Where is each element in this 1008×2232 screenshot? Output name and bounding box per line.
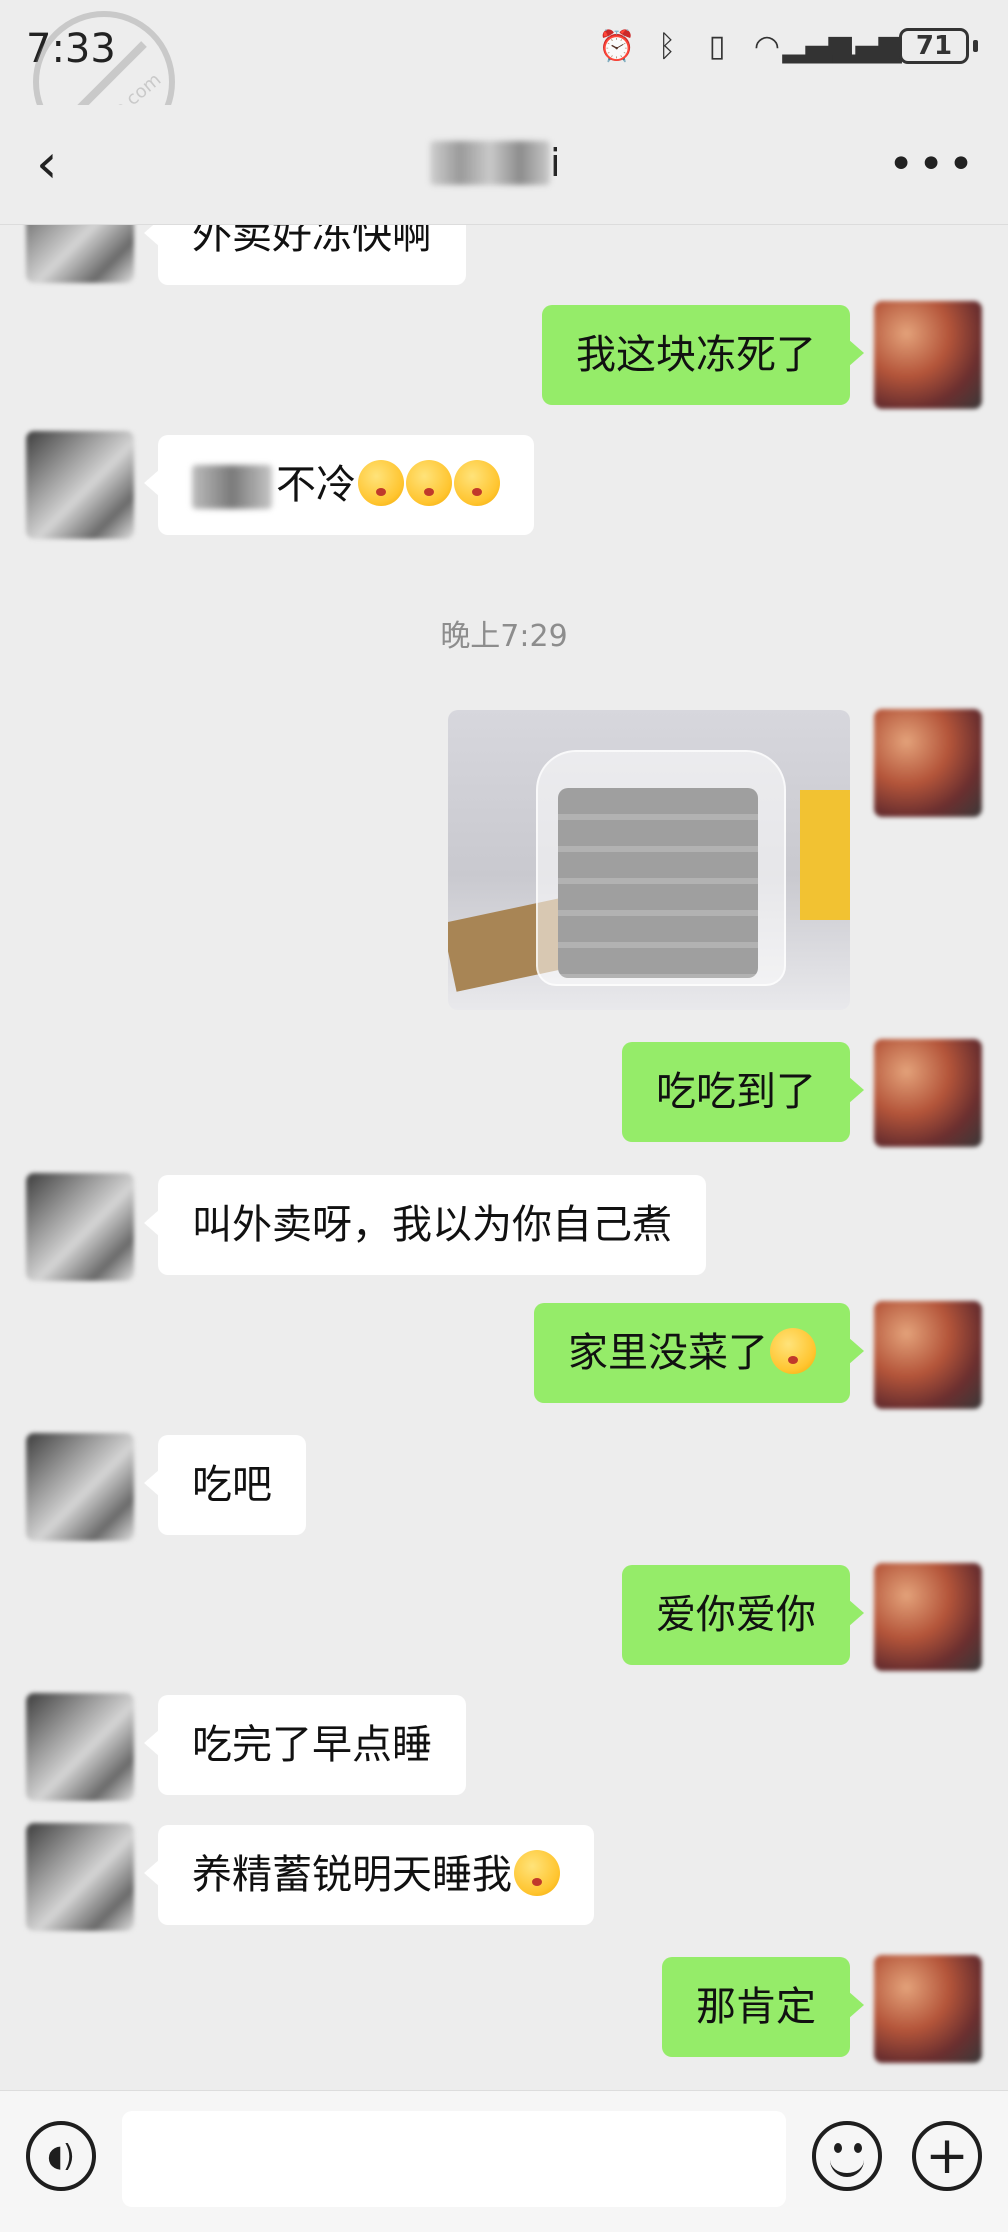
signal-icon: ▂▄▆ (782, 28, 852, 64)
yawning-emoji-icon (514, 1850, 560, 1896)
signal-icon: ▂▄▆ (832, 28, 902, 64)
message-sent[interactable]: 吃吃到了 (622, 1042, 864, 1142)
contact-avatar[interactable] (26, 1433, 134, 1541)
alarm-icon: ⏰ (598, 28, 636, 64)
photo-detail (800, 790, 850, 920)
message-received[interactable]: 吃完了早点睡 (144, 1695, 466, 1795)
kissing-emoji-icon (406, 460, 452, 506)
message-text: 家里没菜了 (568, 1330, 768, 1376)
photo-detail (536, 750, 786, 986)
message-sent[interactable]: 那肯定 (662, 1957, 864, 2057)
message-sent[interactable]: 家里没菜了 (534, 1303, 864, 1403)
my-avatar[interactable] (874, 1039, 982, 1147)
message-text: 外卖好冻快啊 (192, 225, 432, 258)
message-input[interactable] (122, 2111, 786, 2207)
voice-icon[interactable]: ◖) (26, 2121, 96, 2191)
message-text: 吃吧 (192, 1462, 272, 1508)
contact-avatar[interactable] (26, 431, 134, 539)
wifi-icon: ◠ (753, 28, 781, 64)
kissing-emoji-icon (454, 460, 500, 506)
vibrate-icon: ▯ (708, 28, 726, 64)
message-text: 我这块冻死了 (576, 332, 816, 378)
message-text: 吃完了早点睡 (192, 1722, 432, 1768)
chat-title: i (430, 135, 561, 191)
message-text: 叫外卖呀，我以为你自己煮 (192, 1202, 672, 1248)
battery-indicator: 71 (899, 28, 969, 64)
contact-avatar[interactable] (26, 1823, 134, 1931)
message-text: 吃吃到了 (656, 1069, 816, 1115)
message-list[interactable]: 外卖好冻快啊 我这块冻死了 不冷 晚上7:29 吃吃到了 叫外卖呀，我以为你自己… (0, 225, 1008, 2090)
my-avatar[interactable] (874, 1301, 982, 1409)
chat-header: ‹ i ••• (0, 105, 1008, 225)
plus-label: + (925, 2126, 969, 2186)
contact-avatar[interactable] (26, 225, 134, 283)
kissing-emoji-icon (358, 460, 404, 506)
image-message[interactable] (448, 710, 850, 1010)
blurred-contact-name (430, 141, 550, 185)
more-icon[interactable]: ••• (888, 139, 978, 190)
bluetooth-icon: ᛒ (658, 28, 676, 64)
plus-icon[interactable]: + (912, 2121, 982, 2191)
message-sent[interactable]: 我这块冻死了 (542, 305, 864, 405)
status-bar: 7:33 ⏰ ᛒ ▯ ◠ ▂▄▆ ▂▄▆ 71 (0, 0, 1008, 105)
message-text: 养精蓄锐明天睡我 (192, 1852, 512, 1898)
blurred-text (192, 465, 272, 509)
battery-tip (973, 40, 978, 52)
my-avatar[interactable] (874, 301, 982, 409)
message-text: 不冷 (276, 462, 356, 508)
my-avatar[interactable] (874, 709, 982, 817)
battery-level: 71 (915, 31, 953, 61)
status-time: 7:33 (26, 26, 116, 72)
my-avatar[interactable] (874, 1955, 982, 2063)
tears-of-joy-emoji-icon (770, 1328, 816, 1374)
my-avatar[interactable] (874, 1563, 982, 1671)
message-text: 那肯定 (696, 1984, 816, 2030)
message-received[interactable]: 叫外卖呀，我以为你自己煮 (144, 1175, 706, 1275)
input-bar: ◖) + (0, 2090, 1008, 2232)
emoji-icon[interactable] (812, 2121, 882, 2191)
contact-avatar[interactable] (26, 1693, 134, 1801)
message-text: 爱你爱你 (656, 1592, 816, 1638)
message-received[interactable]: 吃吧 (144, 1435, 306, 1535)
status-icons: ⏰ ᛒ ▯ ◠ ▂▄▆ ▂▄▆ 71 (598, 28, 978, 64)
message-received[interactable]: 养精蓄锐明天睡我 (144, 1825, 594, 1925)
back-arrow-icon[interactable]: ‹ (36, 129, 86, 199)
contact-avatar[interactable] (26, 1173, 134, 1281)
chat-title-text: i (550, 141, 561, 185)
message-received[interactable]: 外卖好冻快啊 (144, 225, 466, 285)
message-sent[interactable]: 爱你爱你 (622, 1565, 864, 1665)
message-received[interactable]: 不冷 (144, 435, 534, 535)
message-timestamp: 晚上7:29 (440, 619, 568, 654)
